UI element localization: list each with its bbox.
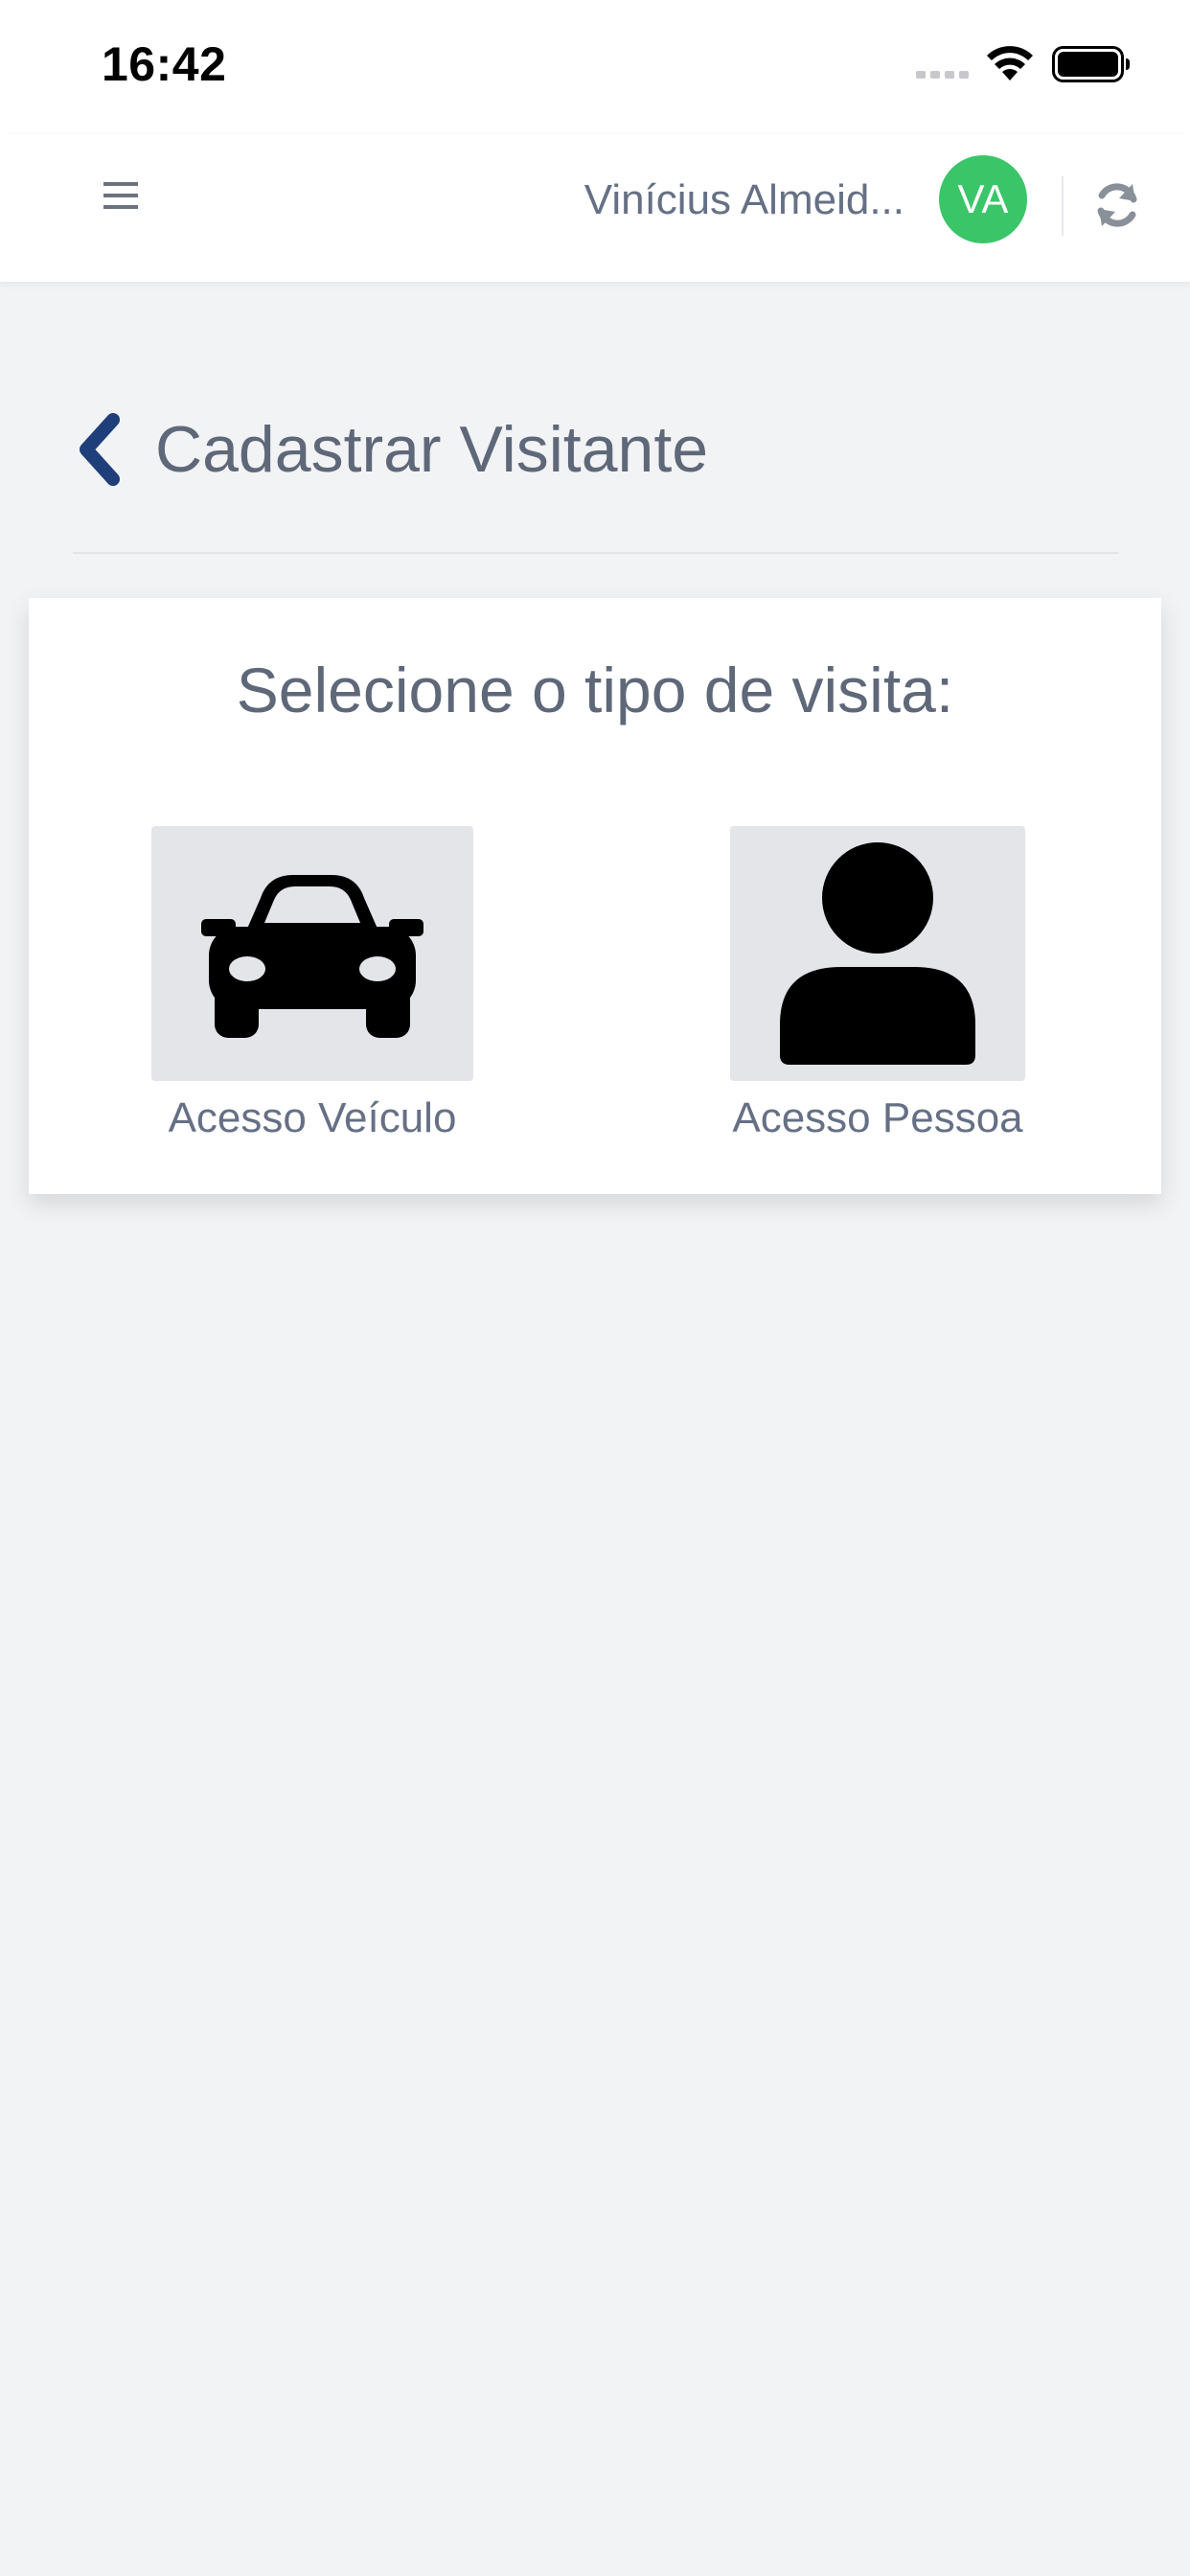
- battery-icon: [1052, 46, 1130, 82]
- cellular-signal-icon: [916, 71, 969, 79]
- person-access-option[interactable]: Acesso Pessoa: [730, 826, 1025, 1141]
- refresh-icon[interactable]: [1090, 178, 1144, 232]
- user-icon: [780, 842, 975, 1065]
- vehicle-access-option[interactable]: Acesso Veículo: [151, 826, 473, 1141]
- user-name[interactable]: Vinícius Almeid...: [584, 176, 904, 224]
- person-access-tile[interactable]: [730, 826, 1025, 1081]
- status-time: 16:42: [102, 37, 227, 91]
- app-header: Vinícius Almeid... VA: [0, 134, 1190, 282]
- avatar-initials: VA: [957, 176, 1009, 221]
- visit-type-card: Selecione o tipo de visita: Acesso Veícu…: [29, 598, 1161, 1194]
- title-divider: [73, 552, 1119, 554]
- vehicle-access-tile[interactable]: [151, 826, 473, 1081]
- wifi-icon: [987, 46, 1033, 80]
- page-title: Cadastrar Visitante: [155, 413, 709, 486]
- avatar[interactable]: VA: [939, 155, 1027, 243]
- menu-icon[interactable]: [102, 176, 140, 215]
- vehicle-access-label: Acesso Veículo: [168, 1094, 457, 1141]
- header-divider: [1062, 176, 1064, 236]
- person-access-label: Acesso Pessoa: [732, 1094, 1023, 1141]
- car-icon: [201, 875, 423, 1038]
- chevron-left-icon[interactable]: [73, 412, 125, 487]
- card-title: Selecione o tipo de visita:: [236, 655, 954, 725]
- status-bar: 16:42: [0, 0, 1190, 134]
